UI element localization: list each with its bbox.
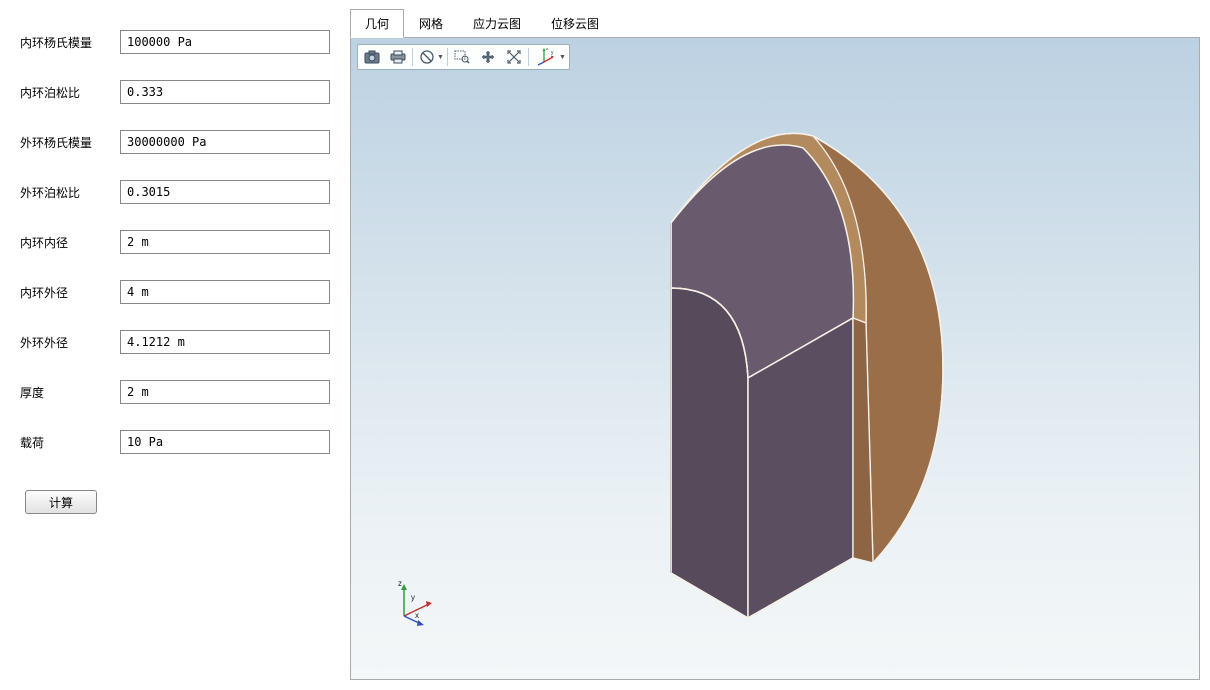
axis-triad: z y x <box>389 576 439 629</box>
viewer-tabs: 几何 网格 应力云图 位移云图 <box>350 8 1200 37</box>
zoom-window-icon <box>454 50 470 64</box>
zoom-window-button[interactable] <box>449 46 475 68</box>
fit-view-icon <box>507 50 521 64</box>
calculate-button[interactable]: 计算 <box>25 490 97 514</box>
field-label: 内环杨氏模量 <box>20 34 120 51</box>
tab-stress[interactable]: 应力云图 <box>458 9 536 38</box>
field-input[interactable] <box>120 430 330 454</box>
orientation-button[interactable]: yz <box>530 46 562 68</box>
field-input[interactable] <box>120 30 330 54</box>
field-input[interactable] <box>120 130 330 154</box>
field-label: 内环内径 <box>20 234 120 251</box>
dropdown-arrow-icon[interactable]: ▼ <box>437 54 444 61</box>
field-label: 外环杨氏模量 <box>20 134 120 151</box>
field-input[interactable] <box>120 330 330 354</box>
field-input[interactable] <box>120 230 330 254</box>
field-load: 载荷 <box>20 430 330 454</box>
svg-text:y: y <box>411 593 415 602</box>
svg-text:z: z <box>398 579 402 588</box>
field-label: 外环泊松比 <box>20 184 120 201</box>
viewer-panel: 几何 网格 应力云图 位移云图 ▼ <box>350 0 1210 690</box>
snapshot-button[interactable] <box>359 46 385 68</box>
field-label: 内环外径 <box>20 284 120 301</box>
tab-displacement[interactable]: 位移云图 <box>536 9 614 38</box>
toolbar-separator <box>528 48 529 66</box>
field-outer-young-modulus: 外环杨氏模量 <box>20 130 330 154</box>
field-input[interactable] <box>120 380 330 404</box>
field-input[interactable] <box>120 180 330 204</box>
svg-text:y: y <box>551 50 554 56</box>
toolbar-separator <box>412 48 413 66</box>
parameter-panel: 内环杨氏模量 内环泊松比 外环杨氏模量 外环泊松比 内环内径 内环外径 外环外径… <box>0 0 350 690</box>
field-outer-outer-radius: 外环外径 <box>20 330 330 354</box>
camera-icon <box>364 50 380 64</box>
field-label: 内环泊松比 <box>20 84 120 101</box>
pan-icon <box>481 50 495 64</box>
field-input[interactable] <box>120 80 330 104</box>
field-outer-poisson: 外环泊松比 <box>20 180 330 204</box>
printer-icon <box>390 50 406 64</box>
field-label: 厚度 <box>20 384 120 401</box>
field-inner-young-modulus: 内环杨氏模量 <box>20 30 330 54</box>
axes-orientation-icon: yz <box>536 48 556 66</box>
viewport-3d[interactable]: ▼ yz ▼ <box>350 37 1200 680</box>
field-input[interactable] <box>120 280 330 304</box>
field-inner-poisson: 内环泊松比 <box>20 80 330 104</box>
svg-text:x: x <box>415 611 419 620</box>
viewport-toolbar: ▼ yz ▼ <box>357 44 570 70</box>
svg-text:z: z <box>546 48 549 52</box>
dropdown-arrow-icon[interactable]: ▼ <box>559 54 566 61</box>
tab-mesh[interactable]: 网格 <box>404 9 458 38</box>
tab-geometry[interactable]: 几何 <box>350 9 404 38</box>
fit-view-button[interactable] <box>501 46 527 68</box>
field-label: 外环外径 <box>20 334 120 351</box>
field-thickness: 厚度 <box>20 380 330 404</box>
geometry-model <box>613 107 973 630</box>
field-inner-inner-radius: 内环内径 <box>20 230 330 254</box>
field-inner-outer-radius: 内环外径 <box>20 280 330 304</box>
field-label: 载荷 <box>20 434 120 451</box>
print-button[interactable] <box>385 46 411 68</box>
no-entry-icon <box>420 50 434 64</box>
toolbar-separator <box>447 48 448 66</box>
pan-button[interactable] <box>475 46 501 68</box>
